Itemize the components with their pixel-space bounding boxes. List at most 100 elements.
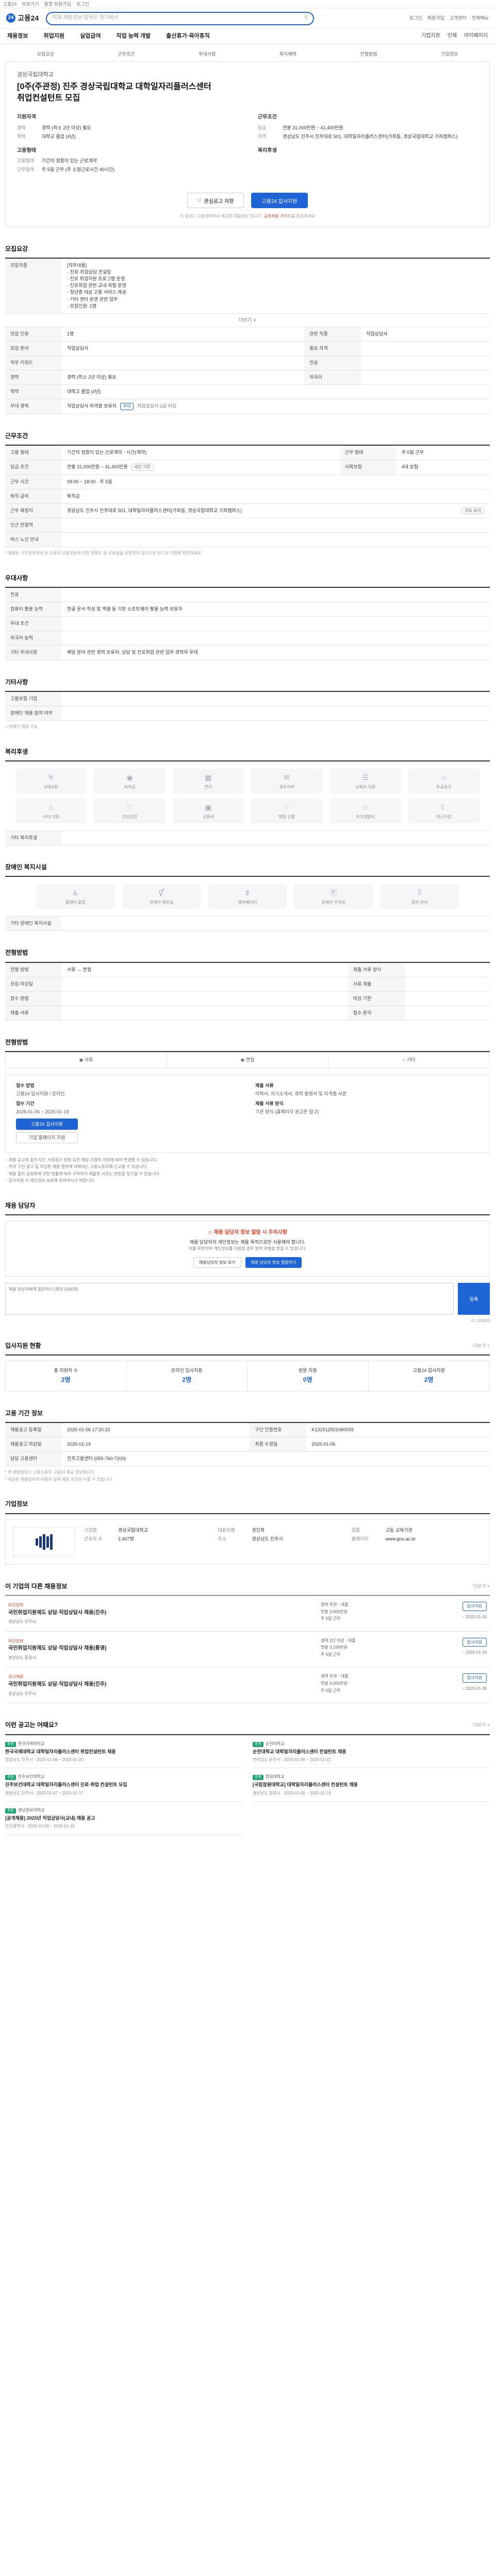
envelope-icon: ✉ [284,773,290,782]
job-item-title[interactable]: 국민취업지원제도 상담·직업상담사 채용(진주) [8,1681,315,1689]
job-apply-button[interactable]: 입사지원 [462,1673,487,1683]
step-other: ○ 기타 [402,1057,416,1063]
header-link-signup[interactable]: 회원가입 [427,15,444,22]
more-link[interactable]: 더보기 ∨ [5,314,490,327]
apply-homepage-button[interactable]: 기업 홈페이지 지원 [16,1131,78,1143]
topbar-link-signup[interactable]: 통합 회원가입 [44,1,71,7]
recommend-title[interactable]: 순천대학교 대학일자리플러스센터 컨설턴트 채용 [253,1749,490,1755]
table-key: 모집 인원 [5,327,62,342]
contact-view-button[interactable]: 채용담당자 정보 보기 [193,1257,241,1268]
status-item: 고용24 입사지원 2명 [369,1361,490,1391]
header-link-login[interactable]: 로그인 [409,15,422,22]
table-value [62,706,490,721]
map-button[interactable]: 지도 보기 [461,507,485,515]
apply-left: 접수 방법 고용24 입사지원 / 온라인 접수 기간 2025-01-06 ~… [16,1082,240,1145]
parking-icon: Ⓟ [329,888,337,897]
table-value [404,1006,490,1021]
company-homepage-link[interactable]: www.gnu.ac.kr [386,1536,482,1543]
table-row: 버스 노선 안내 [5,532,490,548]
summary-actions: ♡ 관심공고 저장 고용24 입사지원 [17,193,478,209]
contact-open-button[interactable]: 채용 담당자 정보 열람하기 [245,1257,302,1268]
recommend-title[interactable]: [공개채용] 2025년 직업상담사(교내) 채용 공고 [5,1815,242,1822]
tab-prefer[interactable]: 우대사항 [167,51,248,58]
job-item-title[interactable]: 국민취업지원제도 상담·직업상담사 채용(통영) [8,1645,315,1653]
welfare-item: ☾ 야근수당 [408,799,480,823]
info-footnote-1: * 본 채용정보는 고용노동부 고용24 제공 정보입니다. [5,1470,95,1475]
apply-online-button[interactable]: 고용24 입사지원 [16,1118,78,1130]
nav-item-jobs[interactable]: 채용정보 [7,32,28,41]
nav-item-talent[interactable]: 인재 [448,32,457,40]
table-key: 채용공고 등록일 [5,1423,62,1438]
nav-item-unemployment-benefit[interactable]: 실업급여 [80,32,101,41]
site-logo[interactable]: 24 고용24 [6,13,39,23]
table-key: 제출 서류 양식 [348,962,405,977]
status-more-link[interactable]: 더보기 + [473,1343,490,1349]
apply-button[interactable]: 고용24 입사지원 [251,193,308,209]
company-name[interactable]: 경상국립대학교 [17,71,478,79]
job-apply-button[interactable]: 입사지원 [462,1637,487,1647]
recommend-more-link[interactable]: 더보기 + [473,1722,490,1728]
recommend-company: 순천대학교 [265,1741,285,1746]
table-value: 1명 [62,327,305,342]
header-link-allmenu[interactable]: 전체메뉴 [472,15,489,22]
summary-key: 근무형태 [17,167,35,173]
table-value [62,691,490,706]
tab-conditions[interactable]: 근무조건 [86,51,167,58]
list-item[interactable]: 추천 창원대학교 [국립창원대학교] 대학일자리플러스센터 컨설턴트 채용 경상남… [253,1768,490,1802]
table-key: 외국어 [304,370,361,385]
qna-submit-button[interactable]: 등록 [458,1283,490,1315]
list-item[interactable]: 추천 진주보건대학교 진주보건대학교 대학일자리플러스센터 진로·취업 컨설턴트 … [5,1768,242,1802]
nav-item-mypage[interactable]: 마이페이지 [464,32,488,40]
nav-item-parental-leave[interactable]: 출산휴가·육아휴직 [166,32,210,41]
header-link-support[interactable]: 고객센터 [450,15,467,22]
list-item[interactable]: 마감임박 국민취업지원제도 상담·직업상담사 채용(진주) 경상남도 진주시 경… [5,1596,490,1632]
company-key: 업종 [351,1527,360,1533]
related-more-link[interactable]: 더보기 + [473,1583,490,1590]
table-key: 모집 마감일 [5,977,62,992]
section-welfare-title: 복리후생 [5,748,490,761]
recommend-title[interactable]: 한국국제대학교 대학일자리플러스센터 취업컨설턴트 채용 [5,1749,242,1755]
section-status-header: 입사지원 현황 더보기 + [5,1342,490,1356]
nav-item-vocational-training[interactable]: 직업 능력 개발 [116,32,151,41]
job-title: [0주(주관정) 진주 경상국립대학교 대학일자리플러스센터 취업컨설턴트 모집 [17,82,211,103]
recommend-title[interactable]: 진주보건대학교 대학일자리플러스센터 진로·취업 컨설턴트 모집 [5,1782,242,1788]
tab-recruit[interactable]: 모집요강 [5,51,86,58]
topbar-link-shortcut[interactable]: 바로가기 [22,1,39,7]
search-input[interactable]: 이제 채용정보 검색은 여기에서 ⚲ [46,11,315,25]
job-item-title[interactable]: 국민취업지원제도 상담·직업상담사 채용(진주) [8,1609,315,1617]
summary-value: 기간의 정함이 있는 근로계약 [42,158,97,164]
list-item[interactable]: 추천 한국국제대학교 한국국제대학교 대학일자리플러스센터 취업컨설턴트 채용 경… [5,1735,242,1769]
search-icon[interactable]: ⚲ [304,14,308,22]
contact-line-2: 이를 위반하여 개인정보를 이용할 경우 법적 처벌을 받을 수 있습니다. [188,1246,307,1251]
disabled-check[interactable]: □ 장애인 채용 가능 [5,724,490,730]
list-item[interactable]: 마감임박 국민취업지원제도 상담·직업상담사 채용(통영) 경상남도 통영시 경… [5,1632,490,1668]
nav-item-company-support[interactable]: 기업지원 [421,32,440,40]
tab-company[interactable]: 기업정보 [409,51,490,58]
list-item[interactable]: 추천 순천대학교 순천대학교 대학일자리플러스센터 컨설턴트 채용 전라남도 순천… [253,1735,490,1769]
welfare-grid: ⛨ 4대보험 ◉ 퇴직금 ▦ 연차 ✉ 경조사비 ☰ 교육비 지원 ☼ 유급휴가 ♨ 식대 지… [5,761,490,831]
job-apply-button[interactable]: 입사지원 [462,1602,487,1611]
job-item-right: 입사지원 ~ 2025-01-26 [430,1673,487,1697]
section-recommend-title: 이런 공고는 어때요? [5,1721,58,1729]
table-row: 직무 키워드 전공 [5,355,490,370]
save-job-button[interactable]: ♡ 관심공고 저장 [187,193,244,209]
section-other: 기타사항 고용보험 기업 장애인 채용 참여 여부 □ 장애인 채용 가능 [5,678,490,730]
section-apply-title: 전형방법 [5,1038,490,1053]
apply-method-label: 접수 방법 [16,1082,35,1088]
fair-hiring-guide-link[interactable]: 공정채용 가이드 [263,214,291,218]
qna-textarea[interactable] [5,1283,454,1315]
company-value: 고등 교육기관 [385,1527,412,1533]
list-item[interactable]: 상시채용 국민취업지원제도 상담·직업상담사 채용(진주) 경상남도 진주시 경… [5,1667,490,1704]
list-item[interactable]: 추천 경남정보대학교 [공개채용] 2025년 직업상담사(교내) 채용 공고 부… [5,1802,242,1835]
nav-item-employment-support[interactable]: 취업지원 [43,32,64,41]
welfare-item: ♢ 명절 선물 [251,799,323,823]
table-value: 대학교 졸업 (4년) [62,384,490,399]
tab-welfare[interactable]: 복지혜택 [248,51,328,58]
topbar-link-login[interactable]: 로그인 [76,1,89,7]
table-key: 근무 시간 [5,474,62,489]
job-item-conditions: 경력 무관 · 대졸 연봉 3,000만원 주 5일 근무 [321,1602,424,1625]
recommend-title[interactable]: [국립창원대학교] 대학일자리플러스센터 컨설턴트 채용 [253,1782,490,1788]
tab-process[interactable]: 전형방법 [328,51,409,58]
apply-date-label: 접수 기간 [16,1100,35,1106]
job-item-meta: 경상남도 통영시 [8,1655,36,1660]
